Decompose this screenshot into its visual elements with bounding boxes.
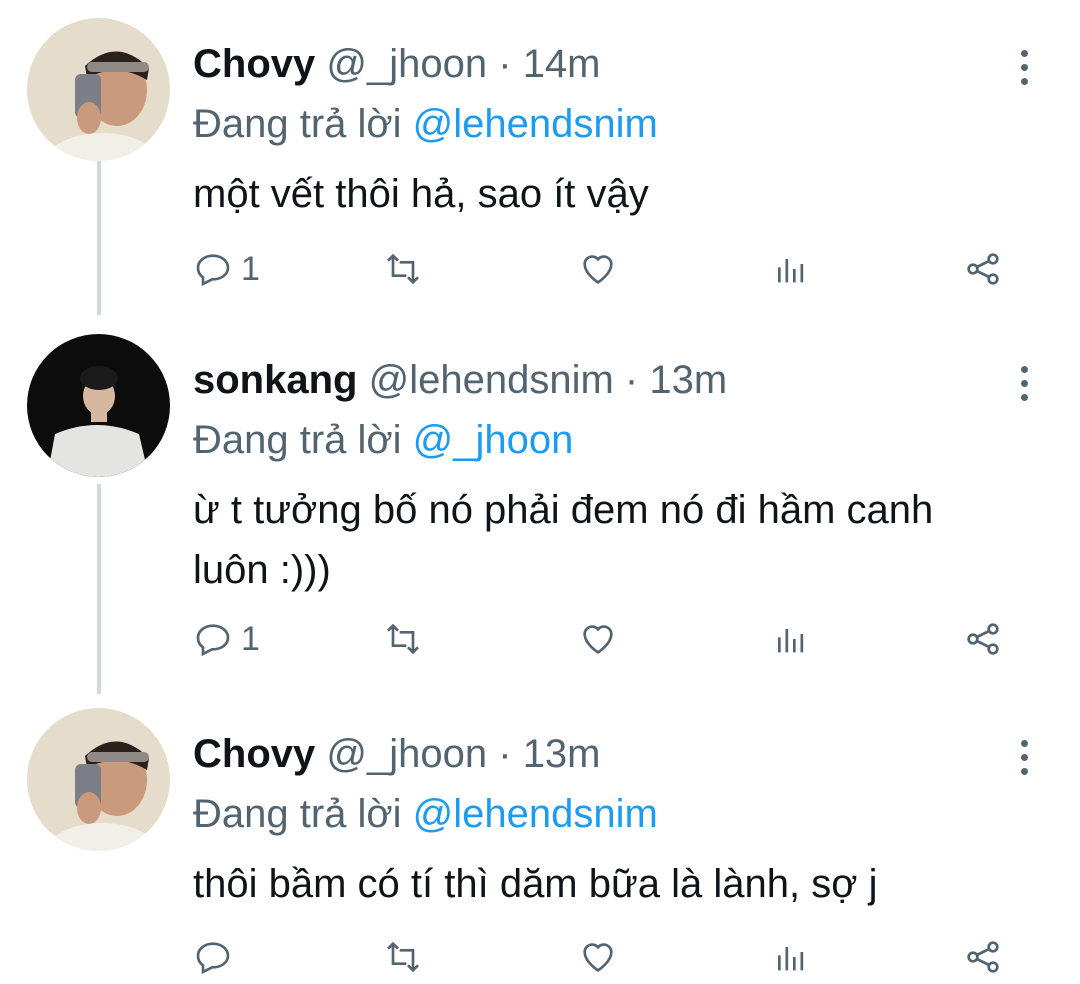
avatar-image: [27, 334, 170, 477]
author-handle[interactable]: @_jhoon: [326, 42, 487, 86]
share-button[interactable]: [963, 932, 1003, 982]
heart-icon: [583, 943, 613, 972]
share-icon: [967, 941, 999, 973]
reply-count: 1: [241, 619, 260, 658]
views-button[interactable]: [771, 244, 811, 294]
tweet[interactable]: sonkang @lehendsnim · 13m Đang trả lời @…: [0, 334, 1080, 674]
avatar[interactable]: [27, 708, 170, 851]
reply-button[interactable]: 1: [193, 244, 260, 294]
retweet-icon: [387, 253, 419, 285]
meta-separator: ·: [624, 358, 639, 402]
mention-link[interactable]: @lehendsnim: [413, 102, 658, 146]
author-name[interactable]: sonkang: [193, 358, 357, 402]
tweet[interactable]: Chovy @_jhoon · 13m Đang trả lời @lehend…: [0, 708, 1080, 984]
mention-link[interactable]: @lehendsnim: [413, 792, 658, 836]
like-button[interactable]: [578, 614, 618, 664]
author-name[interactable]: Chovy: [193, 732, 315, 776]
reply-icon: [196, 624, 230, 657]
tweet[interactable]: Chovy @_jhoon · 14m Đang trả lời @lehend…: [0, 18, 1080, 318]
avatar[interactable]: [27, 334, 170, 477]
avatar[interactable]: [27, 18, 170, 161]
views-icon: [778, 947, 804, 971]
retweet-button[interactable]: [383, 614, 423, 664]
timestamp[interactable]: 13m: [649, 358, 727, 402]
replying-to: Đang trả lời @_jhoon: [193, 416, 1010, 464]
avatar-image: [27, 18, 170, 161]
more-vertical-icon[interactable]: [1018, 366, 1030, 410]
avatar-image: [27, 708, 170, 851]
views-icon: [778, 629, 804, 653]
retweet-icon: [387, 623, 419, 655]
author-handle[interactable]: @lehendsnim: [369, 358, 614, 402]
share-button[interactable]: [963, 614, 1003, 664]
author-name[interactable]: Chovy: [193, 42, 315, 86]
meta-separator: ·: [498, 732, 512, 776]
reply-count: 1: [241, 249, 260, 288]
heart-icon: [583, 625, 613, 654]
more-vertical-icon[interactable]: [1018, 740, 1030, 784]
meta-separator: ·: [498, 42, 512, 86]
like-button[interactable]: [578, 244, 618, 294]
like-button[interactable]: [578, 932, 618, 982]
tweet-text: thôi bầm có tí thì dăm bữa là lành, sợ j: [193, 862, 878, 906]
more-vertical-icon[interactable]: [1018, 50, 1030, 94]
replying-to: Đang trả lời @lehendsnim: [193, 790, 1010, 838]
views-button[interactable]: [771, 614, 811, 664]
tweet-text: ừ t tưởng bố nó phải đem nó đi hầm canh …: [193, 488, 934, 592]
replying-prefix: Đang trả lời: [193, 102, 402, 146]
author-handle[interactable]: @_jhoon: [326, 732, 487, 776]
retweet-button[interactable]: [383, 244, 423, 294]
views-button[interactable]: [771, 932, 811, 982]
reply-button[interactable]: [193, 932, 241, 982]
share-icon: [967, 253, 999, 285]
replying-to: Đang trả lời @lehendsnim: [193, 100, 1010, 148]
reply-button[interactable]: 1: [193, 614, 260, 664]
views-icon: [778, 259, 804, 283]
timestamp[interactable]: 14m: [523, 42, 601, 86]
share-icon: [967, 623, 999, 655]
tweet-text: một vết thôi hả, sao ít vậy: [193, 172, 649, 216]
timestamp[interactable]: 13m: [523, 732, 601, 776]
share-button[interactable]: [963, 244, 1003, 294]
mention-link[interactable]: @_jhoon: [413, 418, 574, 462]
retweet-button[interactable]: [383, 932, 423, 982]
replying-prefix: Đang trả lời: [193, 418, 402, 462]
reply-icon: [196, 942, 230, 975]
retweet-icon: [387, 941, 419, 973]
reply-icon: [196, 254, 230, 287]
heart-icon: [583, 255, 613, 284]
replying-prefix: Đang trả lời: [193, 792, 402, 836]
